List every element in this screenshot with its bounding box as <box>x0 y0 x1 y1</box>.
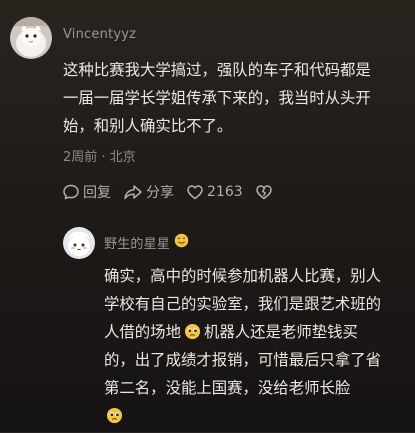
reply-line-segment: 人借的场地 <box>104 323 181 341</box>
share-arrow-icon <box>123 183 143 201</box>
avatar-vincentyyz[interactable] <box>10 17 52 59</box>
comment-line: 始，和别人确实比不了。 <box>63 117 233 135</box>
reply-line-segment: 机器人还是老师垫钱买 <box>203 323 358 341</box>
like-count: 2163 <box>207 184 243 200</box>
reply-button[interactable]: 回复 <box>62 182 111 202</box>
comment-line: 一届一届学长学姐传承下来的，我当时从头开 <box>63 89 371 107</box>
reply-line: 的，出了成绩才报销，可惜最后只拿了省 <box>104 351 382 369</box>
pleading-face-emoji-icon <box>184 321 201 340</box>
like-button[interactable]: 2163 <box>186 183 243 201</box>
pleading-face-emoji-icon <box>106 405 123 424</box>
reply-text: 确实，高中的时候参加机器人比赛，别人 学校有自己的实验室，我们是跟艺术班的 人借… <box>104 262 381 430</box>
comment-username[interactable]: Vincentyyz <box>63 27 136 42</box>
comment-meta: 2周前 · 北京 <box>63 150 136 165</box>
reply-label: 回复 <box>83 185 111 201</box>
heart-icon <box>186 183 204 201</box>
comment-actions: 回复 分享 2163 <box>62 182 285 202</box>
chat-bubble-icon <box>62 183 80 201</box>
avatar-reply-user[interactable] <box>63 227 95 259</box>
share-label: 分享 <box>146 185 174 201</box>
reply-username[interactable]: 野生的星星 <box>104 233 170 252</box>
tongue-emoji-icon <box>174 233 189 252</box>
reply-username-row: 野生的星星 <box>104 233 189 252</box>
comment-line: 这种比赛我大学搞过，强队的车子和代码都是 <box>63 61 371 79</box>
broken-heart-icon <box>255 183 273 201</box>
reply-line: 确实，高中的时候参加机器人比赛，别人 <box>104 267 382 285</box>
reply-line: 学校有自己的实验室，我们是跟艺术班的 <box>104 295 382 313</box>
comment-text: 这种比赛我大学搞过，强队的车子和代码都是 一届一届学长学姐传承下来的，我当时从头… <box>63 56 371 140</box>
dislike-button[interactable] <box>255 183 273 201</box>
share-button[interactable]: 分享 <box>123 182 174 202</box>
reply-line: 第二名，没能上国赛，没给老师长脸 <box>104 379 351 397</box>
reply-line: 人借的场地 机器人还是老师垫钱买 <box>104 318 381 346</box>
reply-line <box>104 402 381 430</box>
